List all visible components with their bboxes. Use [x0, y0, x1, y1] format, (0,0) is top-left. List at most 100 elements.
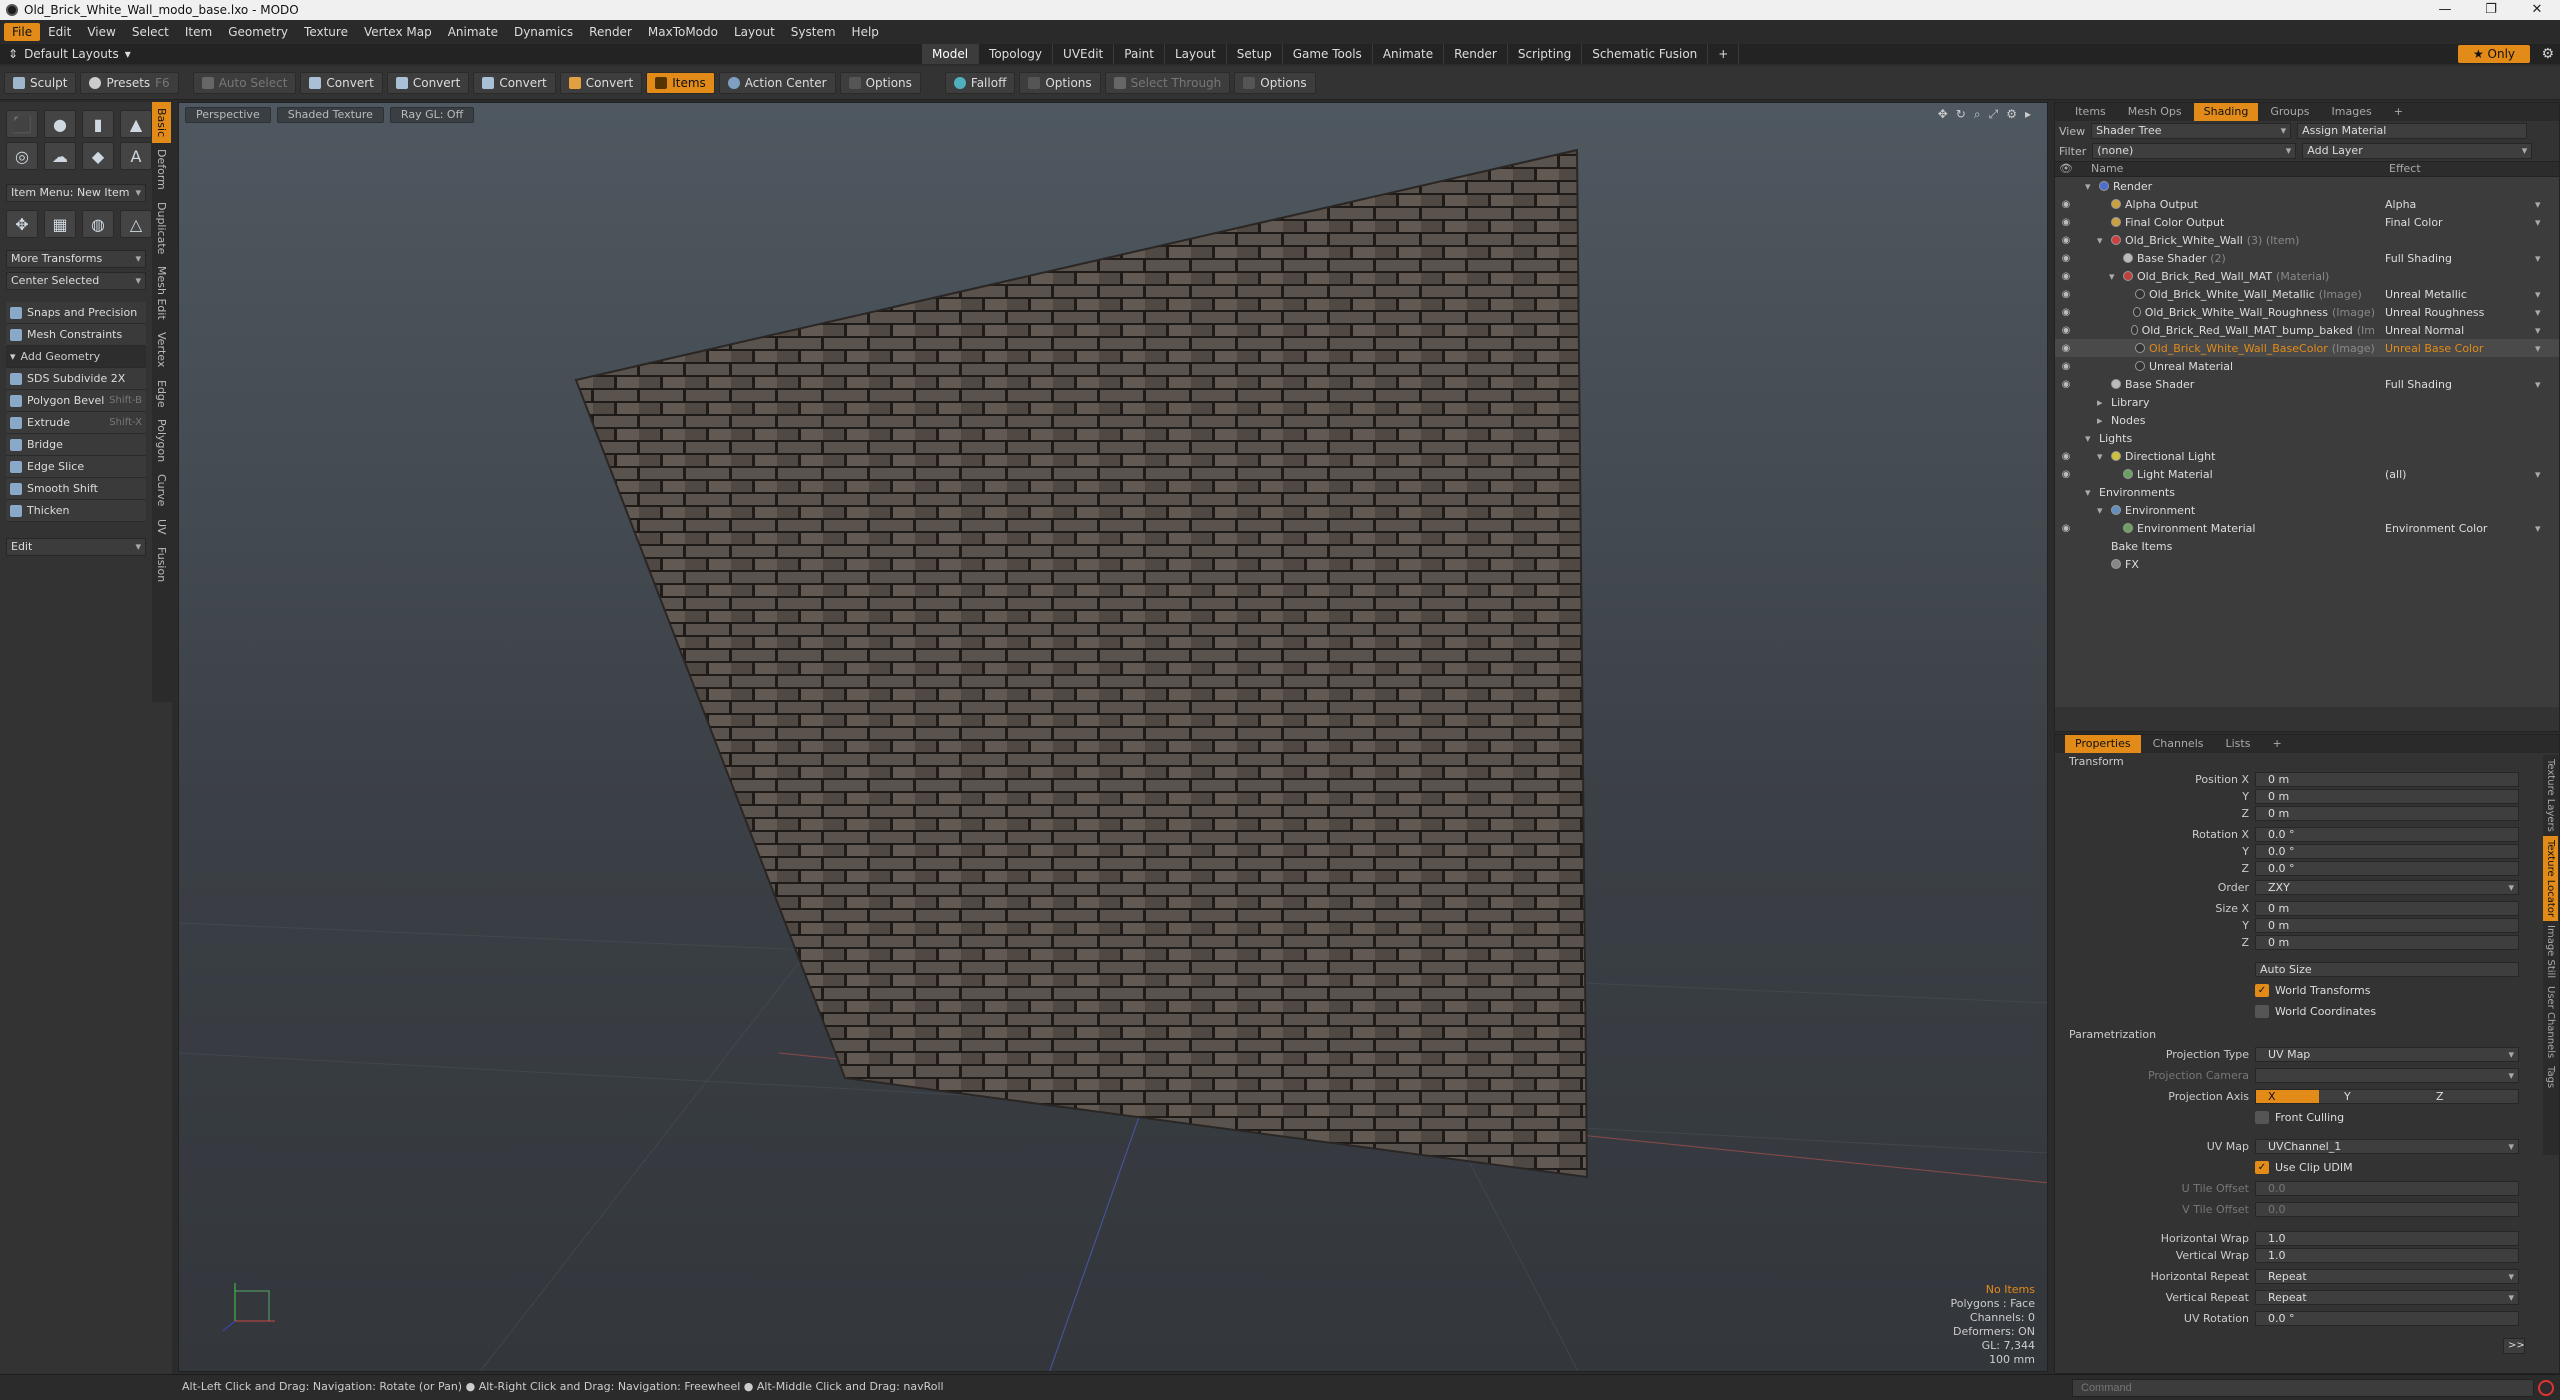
eye-icon[interactable]: ◉ [2055, 271, 2077, 282]
cube-icon[interactable]: ⬛ [6, 110, 38, 138]
globe-icon[interactable]: ◍ [82, 210, 114, 238]
shader-effect-value[interactable]: Unreal Roughness [2385, 306, 2535, 319]
side-tab-tags[interactable]: Tags [2543, 1062, 2558, 1092]
projection-type-dropdown[interactable]: UV Map [2255, 1047, 2519, 1062]
effect-column-header[interactable]: Effect [2385, 162, 2421, 176]
transform-section-title[interactable]: Transform [2055, 753, 2559, 771]
shader-tree-row[interactable]: ◉ Old_Brick_White_Wall_Roughness (Image) Un… [2055, 303, 2559, 321]
shader-tree-row[interactable]: ◉ ▾ Directional Light [2055, 447, 2559, 465]
add-tab-button[interactable]: + [2384, 103, 2413, 121]
axis-x-option[interactable]: X [2268, 1090, 2344, 1103]
projection-camera-dropdown[interactable] [2255, 1068, 2519, 1083]
shader-tree-row[interactable]: ◉ Alpha Output Alpha ▾ [2055, 195, 2559, 213]
rotation-y-field[interactable]: 0.0 ° [2255, 844, 2519, 859]
tab-properties[interactable]: Properties [2065, 735, 2141, 753]
side-tab-edge[interactable]: Edge [152, 374, 171, 414]
v-tile-offset-field[interactable]: 0.0 [2255, 1202, 2519, 1217]
transform-icon[interactable]: ✥ [6, 210, 38, 238]
assign-material-button[interactable]: Assign Material [2297, 123, 2528, 139]
rotation-x-field[interactable]: 0.0 ° [2255, 827, 2519, 842]
bridge-button[interactable]: Bridge [6, 434, 146, 456]
shader-tree-row[interactable]: ◉ Environment Material Environment Color ▾ [2055, 519, 2559, 537]
side-tab-image-still[interactable]: Image Still [2543, 921, 2558, 982]
expand-right-icon[interactable]: ▸ [2097, 414, 2107, 427]
menu-vertex-map[interactable]: Vertex Map [356, 23, 440, 41]
side-tab-mesh-edit[interactable]: Mesh Edit [152, 260, 171, 326]
gear-icon[interactable]: ⚙ [2541, 44, 2554, 64]
chevron-down-icon[interactable]: ▾ [2535, 378, 2541, 391]
u-tile-offset-field[interactable]: 0.0 [2255, 1181, 2519, 1196]
expand-down-icon[interactable]: ▾ [2097, 504, 2107, 517]
horizontal-repeat-dropdown[interactable]: Repeat [2255, 1269, 2519, 1284]
sculpt-button[interactable]: Sculpt [4, 71, 77, 94]
tab-shading[interactable]: Shading [2193, 103, 2259, 121]
menu-help[interactable]: Help [844, 23, 887, 41]
side-tab-user-channels[interactable]: User Channels [2543, 982, 2558, 1062]
menu-layout[interactable]: Layout [726, 23, 783, 41]
tab-layout[interactable]: Layout [1165, 44, 1227, 64]
tab-mesh-ops[interactable]: Mesh Ops [2118, 103, 2192, 121]
chevron-right-icon[interactable]: ▸ [2025, 107, 2031, 122]
filter-dropdown[interactable]: (none) [2092, 143, 2297, 159]
shader-tree-row[interactable]: FX [2055, 555, 2559, 573]
side-tab-basic[interactable]: Basic [152, 102, 171, 144]
eye-icon[interactable]: ◉ [2055, 361, 2077, 372]
tab-game-tools[interactable]: Game Tools [1283, 44, 1373, 64]
chevron-down-icon[interactable]: ▾ [2535, 468, 2541, 481]
shader-effect-value[interactable]: (all) [2385, 468, 2535, 481]
side-tab-uv[interactable]: UV [152, 513, 171, 541]
shader-tree-row[interactable]: ▸ Nodes [2055, 411, 2559, 429]
auto-select-button[interactable]: Auto Select [192, 71, 297, 94]
shader-effect-value[interactable]: Final Color [2385, 216, 2535, 229]
falloff-options-button[interactable]: Options [1019, 71, 1101, 94]
sds-subdivide-button[interactable]: SDS Subdivide 2X [6, 368, 146, 390]
gear-icon[interactable]: ⚙ [2006, 107, 2017, 122]
chevron-down-icon[interactable]: ▾ [2535, 522, 2541, 535]
action-center-button[interactable]: Action Center [718, 71, 836, 94]
side-tab-vertex[interactable]: Vertex [152, 326, 171, 373]
size-z-field[interactable]: 0 m [2255, 935, 2519, 950]
tab-render[interactable]: Render [1444, 44, 1508, 64]
view-dropdown[interactable]: Shader Tree [2091, 123, 2292, 139]
edge-slice-button[interactable]: Edge Slice [6, 456, 146, 478]
select-through-button[interactable]: Select Through [1104, 71, 1231, 94]
axis-y-option[interactable]: Y [2344, 1090, 2436, 1103]
convert-materials-button[interactable]: Convert [559, 71, 643, 94]
side-tab-deform[interactable]: Deform [152, 143, 171, 196]
plane-icon[interactable]: ◆ [82, 142, 114, 170]
falloff-button[interactable]: Falloff [944, 71, 1016, 94]
tab-animate[interactable]: Animate [1373, 44, 1445, 64]
more-button[interactable]: >> [2503, 1337, 2525, 1354]
shader-tree-row[interactable]: ◉ Base Shader (2) Full Shading ▾ [2055, 249, 2559, 267]
expand-down-icon[interactable]: ▾ [2097, 450, 2107, 463]
presets-button[interactable]: Presets F6 [80, 71, 179, 94]
size-x-field[interactable]: 0 m [2255, 901, 2519, 916]
shader-tree-row[interactable]: ▾ Environment [2055, 501, 2559, 519]
3d-viewport[interactable]: Perspective Shaded Texture Ray GL: Off ✥… [178, 102, 2048, 1372]
side-tab-curve[interactable]: Curve [152, 468, 171, 512]
smooth-shift-button[interactable]: Smooth Shift [6, 478, 146, 500]
shader-tree-row[interactable]: Bake Items [2055, 537, 2559, 555]
tab-paint[interactable]: Paint [1114, 44, 1165, 64]
shader-effect-value[interactable]: Environment Color [2385, 522, 2535, 535]
eye-icon[interactable]: ◉ [2055, 253, 2077, 264]
vertical-wrap-field[interactable]: 1.0 [2255, 1248, 2519, 1263]
action-center-options-button[interactable]: Options [839, 71, 921, 94]
view-type-button[interactable]: Perspective [185, 107, 271, 123]
menu-animate[interactable]: Animate [440, 23, 506, 41]
eye-icon[interactable]: ◉ [2055, 469, 2077, 480]
horizontal-wrap-field[interactable]: 1.0 [2255, 1231, 2519, 1246]
name-column-header[interactable]: Name [2077, 162, 2385, 176]
chevron-down-icon[interactable]: ▾ [2535, 288, 2541, 301]
shader-tree-row[interactable]: ◉ Light Material (all) ▾ [2055, 465, 2559, 483]
thicken-button[interactable]: Thicken [6, 500, 146, 522]
expand-down-icon[interactable]: ▾ [2085, 432, 2095, 445]
shader-tree-row[interactable]: ◉ Base Shader Full Shading ▾ [2055, 375, 2559, 393]
order-dropdown[interactable]: ZXY [2255, 880, 2519, 895]
parametrization-section-title[interactable]: Parametrization [2055, 1026, 2559, 1044]
fit-icon[interactable]: ⤢ [1989, 107, 1999, 122]
shader-tree-row[interactable]: ▾ Render [2055, 177, 2559, 195]
grid-icon[interactable]: ▦ [44, 210, 76, 238]
more-transforms-dropdown[interactable]: More Transforms [6, 250, 146, 268]
expand-down-icon[interactable]: ▾ [2085, 180, 2095, 193]
